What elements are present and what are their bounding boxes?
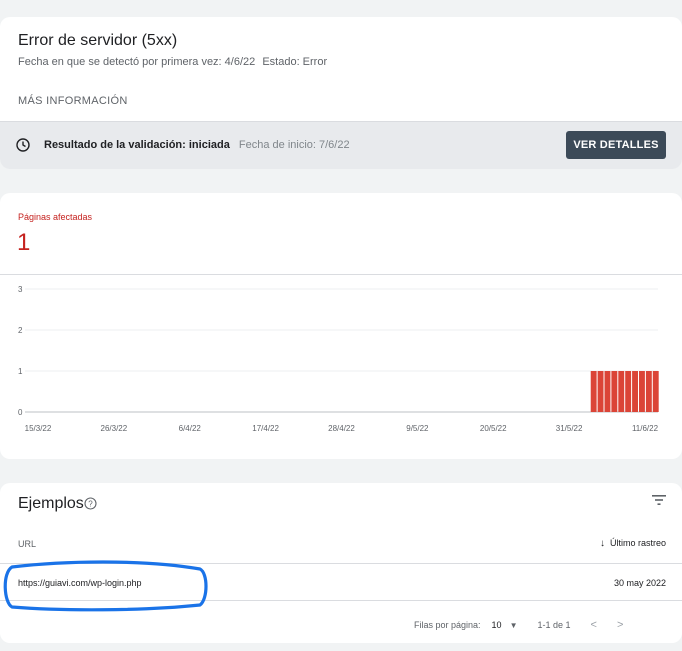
column-header-url[interactable]: URL: [18, 539, 36, 549]
y-tick-label: 0: [18, 408, 23, 417]
next-page-icon[interactable]: >: [617, 619, 623, 631]
filter-icon[interactable]: [652, 494, 666, 506]
rows-per-page-select[interactable]: 10: [492, 620, 502, 630]
x-tick-label: 15/3/22: [25, 424, 52, 433]
chart-bar: [632, 371, 638, 412]
x-tick-label: 26/3/22: [101, 424, 128, 433]
validation-bar: Resultado de la validación: iniciada Fec…: [0, 121, 682, 169]
see-details-button[interactable]: VER DETALLES: [566, 131, 666, 159]
y-tick-label: 1: [18, 367, 23, 376]
page-range: 1-1 de 1: [537, 620, 571, 630]
clock-icon: [16, 138, 30, 152]
chart-bar: [618, 371, 625, 412]
issue-title: Error de servidor (5xx): [18, 32, 178, 49]
y-tick-label: 2: [18, 326, 23, 335]
x-tick-label: 20/5/22: [480, 424, 507, 433]
status-text: Estado: Error: [262, 56, 328, 68]
table-row-date: 30 may 2022: [613, 578, 666, 588]
chart-bar: [645, 371, 652, 412]
affected-pages-label: Páginas afectadas: [18, 212, 93, 222]
examples-title: Ejemplos: [18, 495, 84, 512]
validation-result: Resultado de la validación: iniciada: [44, 139, 230, 151]
x-tick-label: 28/4/22: [328, 424, 355, 433]
validation-start-date: Fecha de inicio: 7/6/22: [238, 139, 350, 151]
chart-bar: [590, 371, 597, 412]
chart-bar: [652, 371, 659, 412]
pagination: Filas por página: 10 ▼ 1-1 de 1 < >: [414, 619, 623, 631]
rows-per-page-label: Filas por página:: [414, 620, 481, 630]
help-icon[interactable]: ?: [84, 497, 97, 510]
affected-pages-card: Páginas afectadas 1 0 1 2 3 15/3/22 26/3/22 6/…: [0, 193, 682, 459]
issue-card: Error de servidor (5xx) Fecha en que se …: [0, 17, 682, 169]
x-tick-label: 6/4/22: [179, 424, 202, 433]
chart-bar: [639, 371, 645, 412]
x-tick-label: 31/5/22: [556, 424, 583, 433]
y-tick-label: 3: [18, 285, 23, 294]
chart-bar: [604, 371, 611, 412]
highlight-annotation: [3, 560, 208, 612]
last-crawl-label: Último rastreo: [609, 538, 666, 548]
issue-subtitle: Fecha en que se detectó por primera vez:…: [18, 56, 331, 68]
prev-page-icon[interactable]: <: [591, 619, 597, 631]
chart-bar: [611, 371, 618, 412]
x-tick-label: 9/5/22: [406, 424, 429, 433]
x-tick-label: 11/6/22: [632, 424, 659, 433]
chart-bar: [597, 371, 604, 412]
first-detected-text: Fecha en que se detectó por primera vez:…: [18, 56, 256, 68]
affected-pages-chart: 0 1 2 3 15/3/22 26/3/22 6/4/22 17/4/22 28/4/22 9/…: [18, 285, 659, 433]
svg-text:?: ?: [88, 499, 93, 508]
column-header-last-crawl[interactable]: ↓ Último rastreo: [600, 538, 666, 549]
sort-down-icon: ↓: [599, 538, 605, 549]
validation-text: Resultado de la validación: iniciada Fec…: [44, 139, 350, 151]
chart-bar: [625, 371, 632, 412]
x-tick-label: 17/4/22: [252, 424, 279, 433]
affected-pages-count: 1: [17, 229, 31, 256]
dropdown-arrow-icon[interactable]: ▼: [510, 621, 518, 630]
more-info-link[interactable]: MÁS INFORMACIÓN: [18, 95, 128, 107]
